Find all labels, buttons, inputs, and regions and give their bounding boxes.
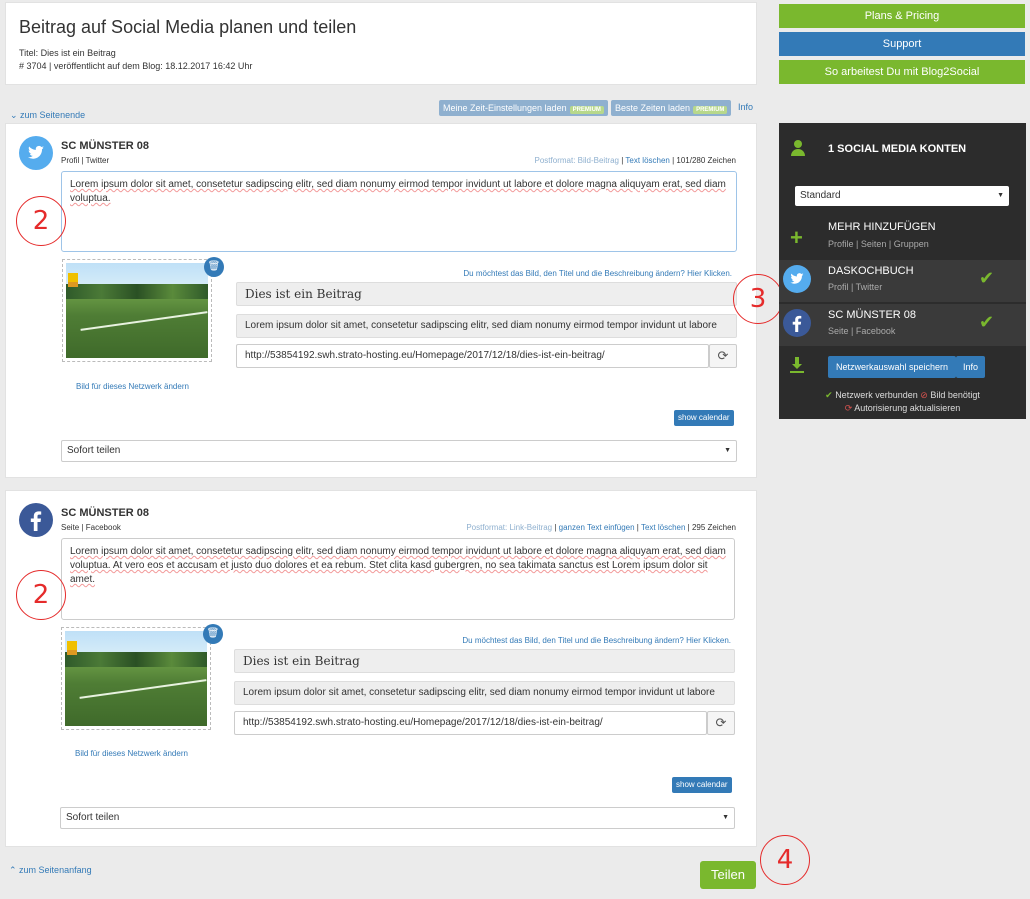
- change-image-link[interactable]: Bild für dieses Netzwerk ändern: [75, 749, 188, 758]
- og-description-field[interactable]: Lorem ipsum dolor sit amet, consetetur s…: [236, 314, 737, 338]
- post-textarea[interactable]: Lorem ipsum dolor sit amet, consetetur s…: [61, 171, 737, 252]
- accounts-panel: 1 SOCIAL MEDIA KONTEN Standard ▼ + MEHR H…: [779, 123, 1026, 419]
- clear-text-link[interactable]: Text löschen: [641, 523, 685, 532]
- howto-button[interactable]: So arbeitest Du mit Blog2Social: [779, 60, 1025, 84]
- chevron-down-icon: ▼: [722, 814, 729, 821]
- network-panel-facebook: SC MÜNSTER 08 Seite | Facebook Postforma…: [5, 490, 757, 847]
- image-preview: [65, 631, 207, 726]
- accounts-title: 1 SOCIAL MEDIA KONTEN: [828, 143, 967, 155]
- og-title-field[interactable]: Dies ist ein Beitrag: [234, 649, 735, 673]
- refresh-icon[interactable]: ⟳: [707, 711, 735, 735]
- network-sub: Seite | Facebook: [61, 523, 121, 532]
- account-row-daskochbuch[interactable]: DASKOCHBUCH Profil | Twitter ✔: [779, 260, 1026, 302]
- chevron-down-icon: ▼: [997, 192, 1004, 199]
- insert-full-text-link[interactable]: ganzen Text einfügen: [559, 523, 635, 532]
- annotation-marker: 2: [16, 570, 66, 620]
- post-format-link[interactable]: Postformat: Bild-Beitrag: [535, 156, 619, 165]
- post-format-link[interactable]: Postformat: Link-Beitrag: [466, 523, 552, 532]
- post-text: Lorem ipsum dolor sit amet, consetetur s…: [70, 546, 726, 585]
- network-panel-twitter: SC MÜNSTER 08 Profil | Twitter Postforma…: [5, 123, 757, 478]
- share-mode-select[interactable]: Sofort teilen ▼: [61, 440, 737, 462]
- share-mode-select[interactable]: Sofort teilen ▼: [60, 807, 735, 829]
- network-name: SC MÜNSTER 08: [61, 140, 150, 152]
- post-title: Titel: Dies ist ein Beitrag: [19, 48, 116, 58]
- annotation-marker: 2: [16, 196, 66, 246]
- jump-top-link[interactable]: ⌃ zum Seitenanfang: [9, 865, 92, 876]
- twitter-icon: [19, 136, 53, 170]
- og-description-field[interactable]: Lorem ipsum dolor sit amet, consetetur s…: [234, 681, 735, 705]
- user-icon: [790, 139, 806, 161]
- check-icon: ✔: [979, 312, 995, 332]
- plus-icon[interactable]: +: [790, 225, 803, 251]
- trash-icon[interactable]: 🗑: [204, 257, 224, 277]
- best-times-button[interactable]: Beste Zeiten laden PREMIUM: [611, 100, 732, 116]
- char-count: 295 Zeichen: [691, 523, 736, 532]
- check-icon: ✔: [825, 390, 833, 400]
- refresh-icon[interactable]: ⟳: [709, 344, 737, 368]
- annotation-marker: 3: [733, 274, 783, 324]
- jump-end-link[interactable]: ⌄ zum Seitenende: [10, 110, 85, 121]
- post-meta: # 3704 | veröffentlicht auf dem Blog: 18…: [19, 61, 253, 71]
- account-row-sc-munster[interactable]: SC MÜNSTER 08 Seite | Facebook ✔: [779, 304, 1026, 346]
- premium-badge: PREMIUM: [693, 106, 728, 114]
- add-more-sub: Profile | Seiten | Gruppen: [828, 239, 929, 249]
- post-actions: Postformat: Link-Beitrag | ganzen Text e…: [466, 523, 736, 532]
- show-calendar-button[interactable]: show calendar: [674, 410, 734, 426]
- facebook-icon: [19, 503, 53, 537]
- check-icon: ✔: [979, 268, 995, 288]
- og-title-field[interactable]: Dies ist ein Beitrag: [236, 282, 737, 306]
- support-button[interactable]: Support: [779, 32, 1025, 56]
- page-title: Beitrag auf Social Media planen und teil…: [19, 17, 357, 37]
- share-button[interactable]: Teilen: [700, 861, 756, 889]
- url-field[interactable]: http://53854192.swh.strato-hosting.eu/Ho…: [234, 711, 707, 735]
- page-header: Beitrag auf Social Media planen und teil…: [5, 2, 757, 85]
- network-sub: Profil | Twitter: [61, 156, 110, 165]
- edit-preview-hint-link[interactable]: Du möchtest das Bild, den Titel und die …: [462, 636, 731, 645]
- annotation-marker: 4: [760, 835, 810, 885]
- premium-badge: PREMIUM: [569, 106, 604, 114]
- legend: ✔ Netzwerk verbunden ⊘ Bild benötigt: [825, 390, 980, 400]
- profile-select[interactable]: Standard ▼: [795, 186, 1009, 206]
- account-name: SC MÜNSTER 08: [828, 309, 917, 321]
- post-actions: Postformat: Bild-Beitrag | Text löschen …: [534, 156, 736, 165]
- facebook-icon: [783, 309, 811, 337]
- toolbar: ⌄ zum Seitenende Meine Zeit-Einstellunge…: [5, 98, 757, 121]
- account-name: DASKOCHBUCH: [828, 265, 914, 277]
- load-time-settings-button[interactable]: Meine Zeit-Einstellungen laden PREMIUM: [439, 100, 608, 116]
- network-name: SC MÜNSTER 08: [61, 507, 150, 519]
- change-image-link[interactable]: Bild für dieses Netzwerk ändern: [76, 382, 189, 391]
- plans-pricing-button[interactable]: Plans & Pricing: [779, 4, 1025, 28]
- chevron-down-icon: ▼: [724, 447, 731, 454]
- show-calendar-button[interactable]: show calendar: [672, 777, 732, 793]
- save-network-selection-button[interactable]: Netzwerkauswahl speichern: [828, 356, 957, 378]
- post-image[interactable]: [62, 259, 212, 362]
- post-image[interactable]: [61, 627, 211, 730]
- image-preview: [66, 263, 208, 358]
- info-button[interactable]: Info: [956, 356, 986, 378]
- post-textarea[interactable]: Lorem ipsum dolor sit amet, consetetur s…: [61, 538, 735, 620]
- trash-icon[interactable]: 🗑: [203, 624, 223, 644]
- forbidden-icon: ⊘: [920, 390, 928, 400]
- account-sub: Profil | Twitter: [828, 282, 883, 292]
- info-link[interactable]: Info: [738, 102, 753, 112]
- char-count: 101/280 Zeichen: [676, 156, 736, 165]
- refresh-icon: ⟳: [844, 403, 853, 413]
- add-more-link[interactable]: MEHR HINZUFÜGEN: [828, 221, 936, 233]
- url-field[interactable]: http://53854192.swh.strato-hosting.eu/Ho…: [236, 344, 709, 368]
- post-text: Lorem ipsum dolor sit amet, consetetur s…: [70, 179, 726, 204]
- clear-text-link[interactable]: Text löschen: [625, 156, 669, 165]
- account-sub: Seite | Facebook: [828, 326, 896, 336]
- legend-reauth: ⟳ Autorisierung aktualisieren: [844, 403, 961, 413]
- download-icon: [789, 357, 805, 378]
- edit-preview-hint-link[interactable]: Du möchtest das Bild, den Titel und die …: [463, 269, 732, 278]
- twitter-icon: [783, 265, 811, 293]
